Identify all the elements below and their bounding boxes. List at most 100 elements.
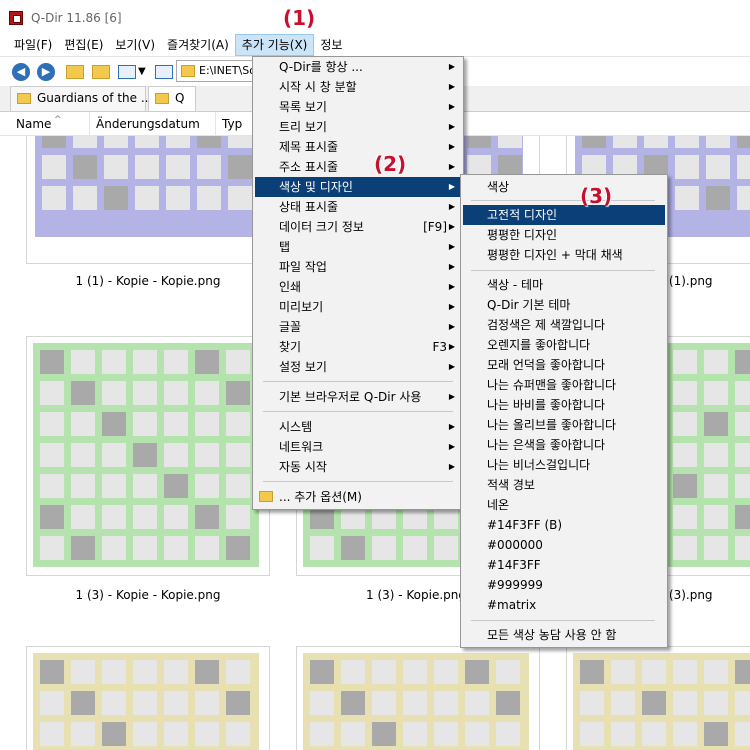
menu-item-theme-orange[interactable]: 오렌지를 좋아합니다 [463, 335, 665, 355]
thumbnail-cell [102, 536, 126, 560]
menu-separator [471, 200, 655, 201]
thumbnail-cell [104, 136, 128, 148]
menu-item-autostart[interactable]: 자동 시작 ▶ [255, 457, 461, 477]
menu-item-settings-view[interactable]: 설정 보기 ▶ [255, 357, 461, 377]
menu-item-theme-superman[interactable]: 나는 슈퍼맨을 좋아합니다 [463, 375, 665, 395]
menu-item-preview[interactable]: 미리보기 ▶ [255, 297, 461, 317]
menu-item-data-size[interactable]: 데이터 크기 정보 [F9] ▶ [255, 217, 461, 237]
folder-up-icon[interactable] [66, 65, 84, 79]
menu-item-color-theme[interactable]: 색상 - 테마 [463, 275, 665, 295]
window-title: Q-Dir 11.86 [6] [31, 11, 122, 25]
menu-item-tree-view[interactable]: 트리 보기 ▶ [255, 117, 461, 137]
menu-item-default-browser[interactable]: 기본 브라우저로 Q-Dir 사용 ▶ [255, 387, 461, 407]
color-design-submenu: 색상 고전적 디자인 평평한 디자인 평평한 디자인 + 막대 채색 색상 - … [460, 174, 668, 648]
menu-item-status-bar[interactable]: 상태 표시줄 ▶ [255, 197, 461, 217]
thumbnail-cell [673, 381, 697, 405]
menu-item-label: 인쇄 [279, 280, 302, 294]
menu-item-theme-999999[interactable]: #999999 [463, 575, 665, 595]
menu-file[interactable]: 파일(F) [8, 34, 58, 56]
menu-item-print[interactable]: 인쇄 ▶ [255, 277, 461, 297]
menu-item-list-view[interactable]: 목록 보기 ▶ [255, 97, 461, 117]
menu-item-theme-black[interactable]: 검정색은 제 색깔입니다 [463, 315, 665, 335]
menu-extras[interactable]: 추가 기능(X) [234, 34, 315, 56]
thumbnail[interactable] [26, 336, 270, 576]
folder-icon [17, 93, 31, 104]
menu-item-theme-sand[interactable]: 모래 언덕을 좋아합니다 [463, 355, 665, 375]
menu-item-theme-matrix[interactable]: #matrix [463, 595, 665, 615]
menu-item-font[interactable]: 글꼴 ▶ [255, 317, 461, 337]
thumbnail-cell [133, 536, 157, 560]
menu-item-default-theme[interactable]: Q-Dir 기본 테마 [463, 295, 665, 315]
thumbnail-cell [40, 474, 64, 498]
menu-item-theme-venus[interactable]: 나는 비너스걸입니다 [463, 455, 665, 475]
menu-item-theme-red-alert[interactable]: 적색 경보 [463, 475, 665, 495]
menu-view[interactable]: 보기(V) [109, 34, 161, 56]
menu-item-more-options[interactable]: ... 추가 옵션(M) [255, 487, 461, 507]
menu-item-split[interactable]: 시작 시 창 분할 ▶ [255, 77, 461, 97]
thumbnail[interactable] [26, 136, 270, 264]
thumbnail[interactable] [566, 646, 750, 750]
forward-icon[interactable]: ▶ [37, 63, 55, 81]
menu-item-system[interactable]: 시스템 ▶ [255, 417, 461, 437]
step-annotation-1: (1) [283, 6, 316, 30]
menu-item-label: 네트워크 [279, 440, 324, 454]
menu-info[interactable]: 정보 [314, 34, 348, 56]
back-icon[interactable]: ◀ [12, 63, 30, 81]
thumbnail-cell [673, 722, 697, 746]
thumbnail-cell [195, 660, 219, 684]
thumbnail-cell [704, 722, 728, 746]
menu-item-title-bar[interactable]: 제목 표시줄 ▶ [255, 137, 461, 157]
menu-edit[interactable]: 편집(E) [58, 34, 109, 56]
menu-item-flat-design-bars[interactable]: 평평한 디자인 + 막대 채색 [463, 245, 665, 265]
menu-item-disable-color-shades[interactable]: 모든 색상 농담 사용 안 함 [463, 625, 665, 645]
view-mode-icon[interactable] [118, 65, 136, 79]
thumbnail-cell [735, 691, 750, 715]
file-name[interactable]: 1 (3) - Kopie - Kopie.png [26, 588, 270, 602]
menu-item-always[interactable]: Q-Dir를 항상 ... ▶ [255, 57, 461, 77]
thumbnail-cell [467, 136, 491, 148]
column-name-label: Name [16, 117, 52, 131]
thumbnail-cell [135, 136, 159, 148]
menu-item-theme-olive[interactable]: 나는 올리브를 좋아합니다 [463, 415, 665, 435]
menu-item-colors-design[interactable]: 색상 및 디자인 ▶ [255, 177, 461, 197]
thumbnail[interactable] [296, 646, 540, 750]
menu-item-theme-silver[interactable]: 나는 은색을 좋아합니다 [463, 435, 665, 455]
thumbnail-cell [40, 505, 64, 529]
thumbnail-cell [133, 381, 157, 405]
thumbnail-image [33, 653, 259, 750]
file-name[interactable]: 1 (3) - Kopie.png [366, 588, 466, 602]
tab-q[interactable]: Q [148, 86, 196, 111]
menu-item-label: 색상 - 테마 [487, 278, 544, 292]
menu-item-address-bar[interactable]: 주소 표시줄 ▶ [255, 157, 461, 177]
thumbnail-cell [40, 536, 64, 560]
menu-item-theme-barbie[interactable]: 나는 바비를 좋아합니다 [463, 395, 665, 415]
file-name[interactable]: 1 (1) - Kopie - Kopie.png [26, 274, 270, 288]
menu-item-network[interactable]: 네트워크 ▶ [255, 437, 461, 457]
menu-favorites[interactable]: 즐겨찾기(A) [161, 34, 235, 56]
thumbnail-cell [135, 186, 159, 210]
column-type[interactable]: Typ [216, 112, 256, 136]
menu-item-find[interactable]: 찾기 F3 ▶ [255, 337, 461, 357]
column-name[interactable]: Name ^ [10, 112, 90, 136]
menu-item-tabs[interactable]: 탭 ▶ [255, 237, 461, 257]
new-folder-icon[interactable] [92, 65, 110, 79]
menu-item-flat-design[interactable]: 평평한 디자인 [463, 225, 665, 245]
thumbnail[interactable] [26, 646, 270, 750]
layout-icon[interactable] [155, 65, 173, 79]
menu-item-file-ops[interactable]: 파일 작업 ▶ [255, 257, 461, 277]
thumbnail-cell [195, 722, 219, 746]
menu-item-theme-14f3ff[interactable]: #14F3FF [463, 555, 665, 575]
chevron-down-icon[interactable]: ▼ [138, 63, 156, 81]
menu-item-label: 주소 표시줄 [279, 160, 339, 174]
menu-item-theme-neon[interactable]: 네온 [463, 495, 665, 515]
thumbnail-cell [226, 722, 250, 746]
menu-item-classic-design[interactable]: 고전적 디자인 [463, 205, 665, 225]
address-bar[interactable]: E:\INET\So [176, 60, 256, 82]
thumbnail-cell [133, 505, 157, 529]
tab-guardians[interactable]: Guardians of the ... [10, 86, 152, 111]
menu-item-theme-14f3ff-b[interactable]: #14F3FF (B) [463, 515, 665, 535]
thumbnail-cell [195, 691, 219, 715]
thumbnail-cell [195, 474, 219, 498]
column-date[interactable]: Änderungsdatum [90, 112, 216, 136]
menu-item-theme-000000[interactable]: #000000 [463, 535, 665, 555]
